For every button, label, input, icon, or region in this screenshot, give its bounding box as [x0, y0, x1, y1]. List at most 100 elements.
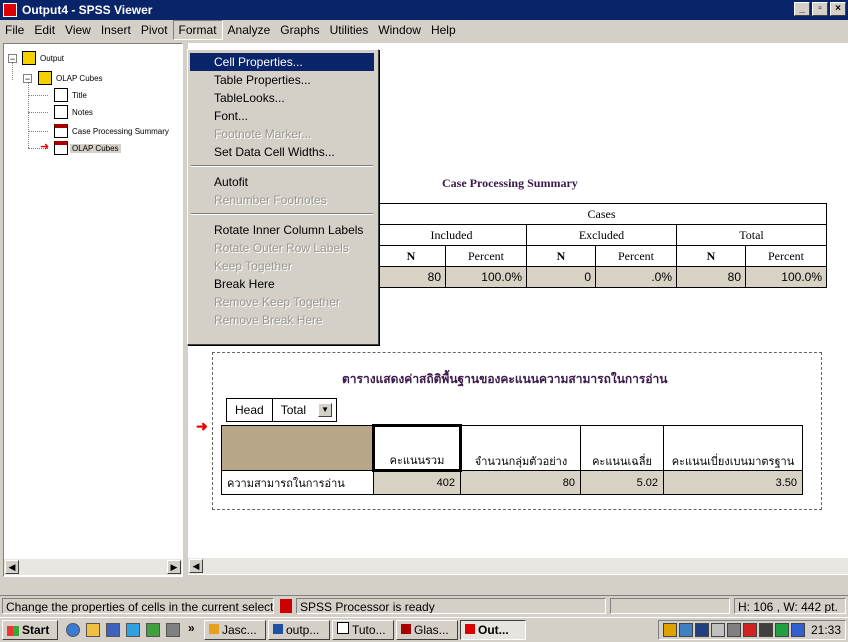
taskbar-button-tuto[interactable]: Tuto...	[332, 620, 394, 640]
menu-format[interactable]: Format	[172, 20, 223, 40]
menu-view[interactable]: View	[60, 21, 96, 39]
data-cell[interactable]: 402	[373, 470, 461, 495]
tray-icon[interactable]	[743, 623, 757, 637]
taskbar-button-jasc[interactable]: Jasc...	[204, 620, 266, 640]
tray-icon[interactable]	[759, 623, 773, 637]
sub-header: N	[376, 245, 446, 267]
window-title-bar: Output4 - SPSS Viewer _ ▫ ×	[0, 0, 848, 20]
menu-item-rotate-inner-column-labels[interactable]: Rotate Inner Column Labels	[190, 221, 374, 239]
menu-item-footnote-marker: Footnote Marker...	[214, 127, 312, 141]
case-processing-table[interactable]: Cases Included Excluded Total N Percent …	[376, 203, 827, 288]
minimize-button[interactable]: _	[794, 2, 810, 16]
column-header[interactable]: คะแนนเบี่ยงเบนมาตรฐาน	[663, 425, 803, 471]
close-button[interactable]: ×	[830, 2, 846, 16]
layer-dropdown-arrow-icon[interactable]: ▼	[318, 403, 333, 417]
tray-icon[interactable]	[679, 623, 693, 637]
collapse-olap-toggle[interactable]: −	[23, 74, 32, 84]
status-message: Change the properties of cells in the cu…	[2, 598, 274, 614]
tree-item-olap-cubes-selected[interactable]: OLAP Cubes	[70, 144, 121, 153]
tray-icon[interactable]	[663, 623, 677, 637]
selection-arrow-icon: ➜	[40, 141, 50, 153]
content-hscrollbar[interactable]: ◀	[188, 557, 848, 574]
menu-item-autofit[interactable]: Autofit	[190, 173, 374, 191]
tree-item-notes[interactable]: Notes	[72, 108, 93, 117]
data-cell[interactable]: 0	[526, 266, 596, 288]
data-cell[interactable]: .0%	[595, 266, 677, 288]
menu-item-tablelooks[interactable]: TableLooks...	[190, 89, 374, 107]
menu-insert[interactable]: Insert	[96, 21, 136, 39]
table-icon	[54, 124, 68, 138]
layer-value[interactable]: Total	[273, 399, 314, 421]
olap-pivot-table[interactable]: คะแนนรวม จำนวนกลุ่มตัวอย่าง คะแนนเฉลี่ย …	[221, 424, 803, 495]
tree-item-output[interactable]: Output	[40, 54, 64, 63]
format-menu[interactable]: Cell Properties... Table Properties... T…	[187, 49, 379, 345]
menu-analyze[interactable]: Analyze	[223, 21, 276, 39]
quick-launch-chevron[interactable]: »	[188, 621, 195, 635]
data-cell[interactable]: 3.50	[663, 470, 803, 495]
data-cell[interactable]: 100.0%	[745, 266, 827, 288]
data-cell[interactable]: 5.02	[580, 470, 664, 495]
quick-launch-icon[interactable]	[106, 623, 120, 637]
restore-button[interactable]: ▫	[812, 2, 828, 16]
tray-icon[interactable]	[711, 623, 725, 637]
scroll-left-arrow-icon[interactable]: ◀	[5, 560, 19, 574]
menu-item-set-data-cell-widths[interactable]: Set Data Cell Widths...	[190, 143, 374, 161]
quick-launch-icon[interactable]	[166, 623, 180, 637]
menu-pivot[interactable]: Pivot	[136, 21, 173, 39]
group-header: Excluded	[526, 224, 677, 246]
menu-item-renumber-footnotes: Renumber Footnotes	[214, 193, 327, 207]
tree-item-title[interactable]: Title	[72, 91, 87, 100]
tree-item-olap-cubes-group[interactable]: OLAP Cubes	[56, 74, 103, 83]
internet-explorer-icon[interactable]	[66, 623, 80, 637]
menu-item-table-properties[interactable]: Table Properties...	[190, 71, 374, 89]
selection-arrow-icon: ➜	[196, 418, 208, 434]
tray-icon[interactable]	[775, 623, 789, 637]
data-cell[interactable]: 80	[460, 470, 581, 495]
menu-file[interactable]: File	[0, 21, 29, 39]
quick-launch-icon[interactable]	[146, 623, 160, 637]
outline-hscrollbar[interactable]: ◀ ▶	[4, 558, 182, 575]
scroll-left-arrow-icon[interactable]: ◀	[189, 559, 203, 573]
sub-header: N	[526, 245, 596, 267]
outlook-express-icon[interactable]	[86, 623, 100, 637]
cases-header: Cases	[376, 203, 827, 225]
scroll-right-arrow-icon[interactable]: ▶	[167, 560, 181, 574]
menu-edit[interactable]: Edit	[29, 21, 60, 39]
menu-item-break-here[interactable]: Break Here	[190, 275, 374, 293]
tree-item-case-processing[interactable]: Case Processing Summary	[72, 127, 169, 136]
menu-graphs[interactable]: Graphs	[275, 21, 324, 39]
menu-item-cell-properties[interactable]: Cell Properties...	[190, 53, 374, 71]
table-icon	[54, 141, 68, 155]
menu-window[interactable]: Window	[373, 21, 426, 39]
menu-item-remove-break-here: Remove Break Here	[214, 313, 323, 327]
outline-pane[interactable]: − Output − OLAP Cubes Title Notes Case P…	[3, 43, 183, 577]
spss-app-icon[interactable]	[3, 3, 17, 17]
column-header[interactable]: จำนวนกลุ่มตัวอย่าง	[460, 425, 581, 471]
taskbar: Start » Jasc... outp... Tuto... Glas... …	[0, 617, 848, 642]
volume-icon[interactable]	[727, 623, 741, 637]
data-cell[interactable]: 100.0%	[445, 266, 527, 288]
taskbar-button-output-active[interactable]: Out...	[460, 620, 526, 640]
collapse-output-toggle[interactable]: −	[8, 54, 17, 64]
clock[interactable]: 21:33	[811, 623, 841, 637]
row-label[interactable]: ความสามารถในการอ่าน	[221, 470, 374, 495]
notes-page-icon	[54, 105, 68, 119]
layer-selector[interactable]: Head Total ▼	[226, 398, 338, 422]
menu-item-font[interactable]: Font...	[190, 107, 374, 125]
data-cell[interactable]: 80	[676, 266, 746, 288]
menu-item-remove-keep-together: Remove Keep Together	[214, 295, 340, 309]
tray-icon[interactable]	[791, 623, 805, 637]
start-button[interactable]: Start	[2, 620, 58, 640]
taskbar-button-outp[interactable]: outp...	[268, 620, 330, 640]
quick-launch-icon[interactable]	[126, 623, 140, 637]
title-page-icon	[54, 88, 68, 102]
taskbar-button-glas[interactable]: Glas...	[396, 620, 458, 640]
column-header[interactable]: คะแนนรวม	[372, 424, 462, 472]
menu-help[interactable]: Help	[426, 21, 461, 39]
menu-utilities[interactable]: Utilities	[325, 21, 374, 39]
menu-item-keep-together: Keep Together	[214, 259, 292, 273]
menu-separator	[191, 213, 373, 215]
language-indicator-icon[interactable]	[695, 623, 709, 637]
column-header[interactable]: คะแนนเฉลี่ย	[580, 425, 664, 471]
data-cell[interactable]: 80	[376, 266, 446, 288]
